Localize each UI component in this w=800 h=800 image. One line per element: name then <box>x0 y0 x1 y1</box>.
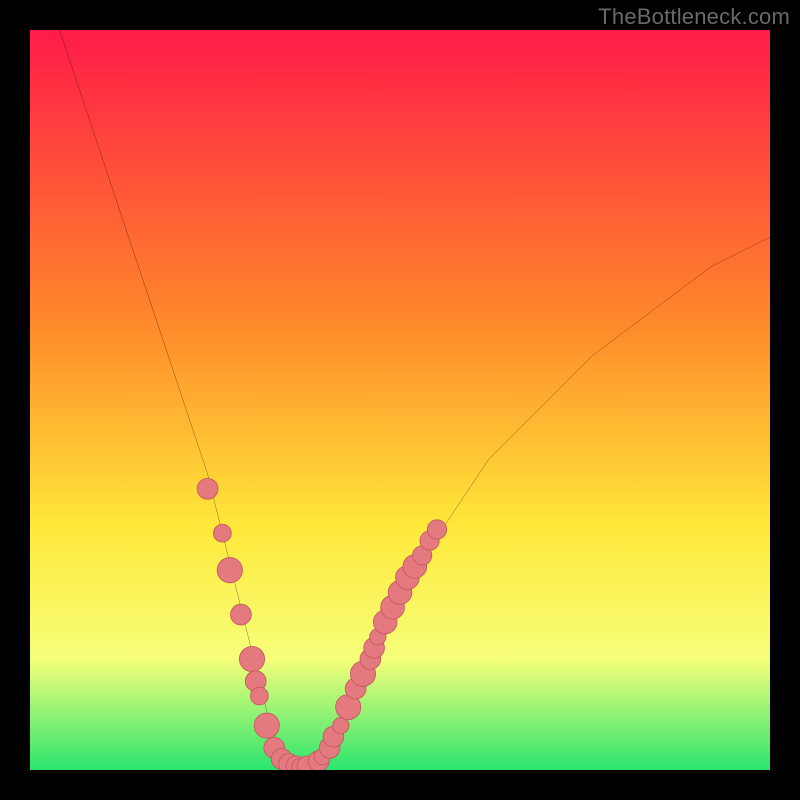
data-marker <box>217 558 242 583</box>
data-marker <box>239 646 264 671</box>
watermark-text: TheBottleneck.com <box>598 4 790 30</box>
data-marker <box>214 524 232 542</box>
data-marker <box>197 478 218 499</box>
gradient-background <box>30 30 770 770</box>
bottleneck-chart <box>30 30 770 770</box>
data-marker <box>251 687 269 705</box>
chart-frame: TheBottleneck.com <box>0 0 800 800</box>
data-marker <box>231 604 252 625</box>
data-marker <box>254 713 279 738</box>
data-marker <box>427 520 446 539</box>
